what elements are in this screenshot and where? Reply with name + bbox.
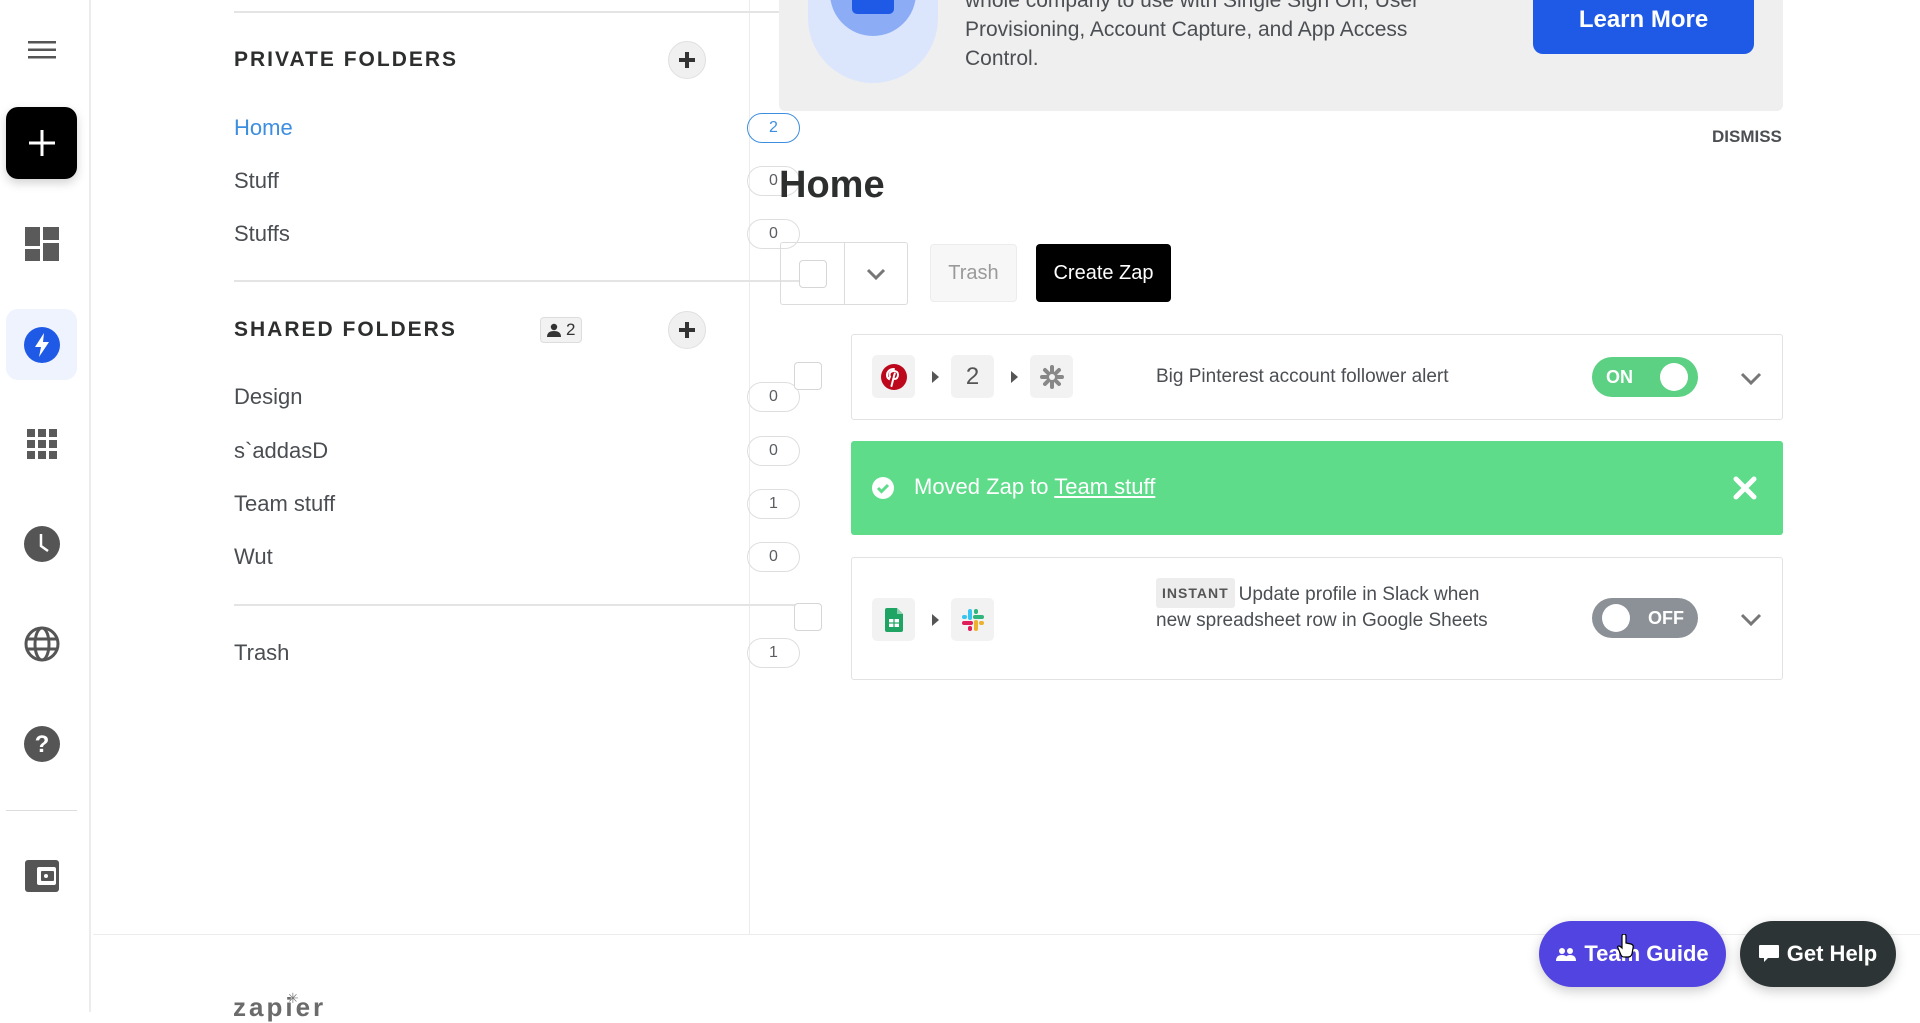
expand-zap-button[interactable] <box>1736 604 1766 634</box>
globe-icon[interactable] <box>0 622 83 666</box>
rail-divider <box>6 810 77 811</box>
hand-cursor-icon <box>1617 934 1634 958</box>
check-circle-icon <box>872 477 894 499</box>
zap-row-checkbox[interactable] <box>794 362 822 390</box>
step-arrow-icon <box>932 371 939 383</box>
learn-more-button[interactable]: Learn More <box>1533 0 1754 54</box>
clock-icon[interactable] <box>0 522 83 566</box>
steps-count: 2 <box>951 355 994 398</box>
toggle-label: ON <box>1606 366 1633 387</box>
page-title: Home <box>779 164 885 206</box>
toggle-knob <box>1602 604 1630 632</box>
help-icon[interactable]: ? <box>0 722 83 766</box>
team-guide-label: Team Guide <box>1584 941 1709 966</box>
members-count: 2 <box>566 320 576 339</box>
get-help-label: Get Help <box>1786 941 1878 966</box>
step-arrow-icon <box>932 614 939 626</box>
apps-grid-icon[interactable] <box>0 424 83 464</box>
folder-count: 0 <box>747 436 800 466</box>
hamburger-menu-icon[interactable] <box>0 30 83 70</box>
zap-row[interactable]: INSTANT Update profile in Slack when new … <box>851 557 1783 680</box>
step-arrow-icon <box>1011 371 1018 383</box>
zap-row[interactable]: 2 Big Pinterest account follower alert O… <box>851 334 1783 420</box>
bulk-actions-dropdown[interactable] <box>845 243 907 304</box>
divider <box>234 11 800 13</box>
chevron-down-icon <box>866 268 886 280</box>
plus-icon <box>28 130 55 156</box>
folder-item-trash[interactable]: Trash 1 <box>234 635 800 671</box>
zap-status-toggle[interactable]: ON <box>1592 357 1698 397</box>
zapier-step-icon <box>1030 355 1073 398</box>
lock-illustration <box>808 0 938 83</box>
people-icon <box>1556 948 1577 961</box>
folder-count: 0 <box>747 382 800 412</box>
divider <box>234 604 800 606</box>
chevron-down-icon <box>1740 613 1762 626</box>
folder-count: 2 <box>747 113 800 143</box>
create-button[interactable] <box>6 107 77 179</box>
banner-text: whole company to use with Single Sign On… <box>965 0 1420 70</box>
zap-status-toggle[interactable]: OFF <box>1592 598 1698 638</box>
close-icon[interactable] <box>1733 476 1757 500</box>
folder-name: Stuffs <box>234 221 290 246</box>
pinterest-icon <box>872 355 915 398</box>
folder-count: 0 <box>747 542 800 572</box>
plus-icon <box>679 322 695 338</box>
private-folders-title: PRIVATE FOLDERS <box>234 48 459 71</box>
folder-item-saddasd[interactable]: s`addasD 0 <box>234 433 800 469</box>
folder-item-wut[interactable]: Wut 0 <box>234 539 800 575</box>
folders-panel: PRIVATE FOLDERS Home 2 Stuff 0 Stuffs 0 … <box>93 0 800 935</box>
person-icon <box>547 323 561 337</box>
toggle-knob <box>1660 363 1688 391</box>
chat-icon <box>1758 945 1779 962</box>
slack-icon <box>951 598 994 641</box>
svg-text:?: ? <box>34 731 49 758</box>
folder-item-design[interactable]: Design 0 <box>234 379 800 415</box>
shared-folders-title: SHARED FOLDERS <box>234 318 457 341</box>
zaps-nav-item[interactable] <box>6 309 77 380</box>
divider <box>234 280 800 282</box>
zapier-logo[interactable]: zapier <box>233 992 326 1023</box>
folder-count: 1 <box>747 638 800 668</box>
toast-message: Moved Zap to Team stuff <box>914 474 1156 499</box>
google-sheets-icon <box>872 598 915 641</box>
folder-item-home[interactable]: Home 2 <box>234 110 800 146</box>
bolt-icon <box>23 326 60 363</box>
folder-name: Trash <box>234 640 290 665</box>
select-all-checkbox[interactable] <box>798 259 827 288</box>
lock-icon <box>852 0 894 14</box>
create-zap-button[interactable]: Create Zap <box>1036 244 1171 302</box>
dismiss-banner-button[interactable]: DISMISS <box>1712 127 1782 147</box>
folder-name: Stuff <box>234 168 279 193</box>
zap-title[interactable]: INSTANT Update profile in Slack when new … <box>1156 578 1516 634</box>
upgrade-banner: whole company to use with Single Sign On… <box>779 0 1783 111</box>
folder-item-team-stuff[interactable]: Team stuff 1 <box>234 486 800 522</box>
folder-count: 1 <box>747 489 800 519</box>
shared-members-badge: 2 <box>540 317 583 343</box>
folder-name: Team stuff <box>234 491 336 516</box>
wallet-icon[interactable] <box>0 856 83 896</box>
chevron-down-icon <box>1740 372 1762 385</box>
dashboard-icon[interactable] <box>0 222 83 266</box>
expand-zap-button[interactable] <box>1736 363 1766 393</box>
add-private-folder-button[interactable] <box>668 41 706 79</box>
bulk-select-control <box>780 242 908 305</box>
toggle-label: OFF <box>1648 607 1684 628</box>
left-nav-rail: ? <box>0 0 91 1012</box>
add-shared-folder-button[interactable] <box>668 311 706 349</box>
instant-badge: INSTANT <box>1156 578 1235 608</box>
folder-name: s`addasD <box>234 438 329 463</box>
zap-row-checkbox[interactable] <box>794 603 822 631</box>
trash-button[interactable]: Trash <box>930 244 1017 302</box>
toast-folder-link[interactable]: Team stuff <box>1054 474 1155 499</box>
folder-name: Design <box>234 384 303 409</box>
success-toast: Moved Zap to Team stuff <box>851 441 1783 535</box>
folder-name: Home <box>234 115 293 140</box>
plus-icon <box>679 52 695 68</box>
folder-item-stuff[interactable]: Stuff 0 <box>234 163 800 199</box>
folder-item-stuffs[interactable]: Stuffs 0 <box>234 216 800 252</box>
folder-name: Wut <box>234 544 273 569</box>
get-help-button[interactable]: Get Help <box>1740 921 1896 987</box>
zap-title[interactable]: Big Pinterest account follower alert <box>1156 364 1449 390</box>
